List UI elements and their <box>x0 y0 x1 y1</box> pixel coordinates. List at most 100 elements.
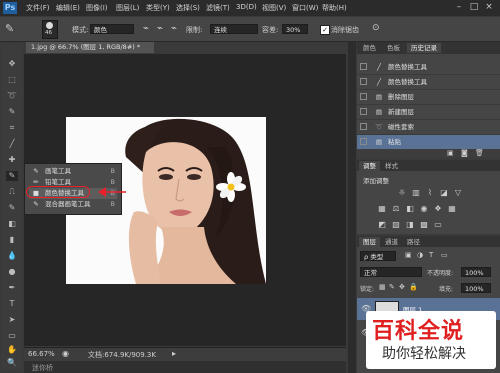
lock-transparency-icon[interactable]: ▦ <box>379 283 386 291</box>
menu-help[interactable]: 帮助(H) <box>322 3 347 13</box>
blend-mode-select[interactable]: 正常 <box>360 267 422 277</box>
snapshot-checkbox[interactable] <box>360 123 367 130</box>
tab-channels[interactable]: 通道 <box>381 237 402 247</box>
document-tab[interactable]: 1.jpg @ 66.7% (图层 1, RGB/8#) * <box>26 42 154 53</box>
posterize-icon[interactable]: ▧ <box>391 220 401 229</box>
menu-file[interactable]: 文件(F) <box>26 3 50 13</box>
new-document-icon[interactable]: ▣ <box>447 149 454 157</box>
snapshot-icon[interactable]: ◙ <box>461 149 468 157</box>
tolerance-input[interactable]: 30% <box>282 24 308 34</box>
channel-mixer-icon[interactable]: ❖ <box>433 204 443 213</box>
tab-paths[interactable]: 路径 <box>403 237 424 247</box>
hand-tool-icon[interactable]: ✋ <box>6 345 18 355</box>
tab-color[interactable]: 颜色 <box>359 43 380 53</box>
menu-3d[interactable]: 3D(D) <box>236 3 257 11</box>
antialias-checkbox[interactable]: ✓ <box>320 25 330 35</box>
tab-history[interactable]: 历史记录 <box>407 43 441 53</box>
type-tool-icon[interactable]: T <box>6 299 18 309</box>
eraser-tool-icon[interactable]: ◧ <box>6 219 18 229</box>
menu-type[interactable]: 类型(Y) <box>146 3 170 13</box>
brush-tool-icon[interactable]: ✎ <box>5 22 14 35</box>
hue-saturation-icon[interactable]: ▦ <box>377 204 387 213</box>
menu-window[interactable]: 窗口(W) <box>292 3 318 13</box>
black-white-icon[interactable]: ◧ <box>405 204 415 213</box>
invert-icon[interactable]: ◩ <box>377 220 387 229</box>
menu-layer[interactable]: 图层(L) <box>116 3 139 13</box>
lasso-tool-icon[interactable]: ➰ <box>6 91 18 101</box>
tab-adjustments[interactable]: 调整 <box>359 161 380 171</box>
snapshot-checkbox[interactable] <box>360 108 367 115</box>
flyout-item-brush[interactable]: ✎ 画笔工具 B <box>29 166 117 177</box>
tab-styles[interactable]: 样式 <box>381 161 402 171</box>
menu-edit[interactable]: 编辑(E) <box>56 3 80 13</box>
history-row[interactable]: ▤ 新建图层 <box>357 105 500 120</box>
path-select-tool-icon[interactable]: ➤ <box>6 315 18 325</box>
filter-pixel-icon[interactable]: ▣ <box>405 251 412 259</box>
lock-position-icon[interactable]: ✥ <box>399 283 405 291</box>
mini-bridge-tab[interactable]: 迷你桥 <box>32 363 53 373</box>
color-lookup-icon[interactable]: ▦ <box>447 204 457 213</box>
filter-adjust-icon[interactable]: ◑ <box>417 251 423 259</box>
close-button[interactable]: × <box>482 1 496 13</box>
flyout-item-mixer-brush[interactable]: ✎ 混合器画笔工具 B <box>29 199 117 210</box>
lock-pixels-icon[interactable]: ✎ <box>389 283 395 291</box>
minimize-button[interactable]: – <box>452 1 466 13</box>
selective-color-icon[interactable]: ▩ <box>419 220 429 229</box>
menu-filter[interactable]: 滤镜(T) <box>206 3 230 13</box>
history-row[interactable]: ➰ 磁性套索 <box>357 120 500 135</box>
history-row[interactable]: ▤ 删除图层 <box>357 90 500 105</box>
mode-select[interactable]: 颜色 <box>90 24 134 34</box>
quick-select-tool-icon[interactable]: ✎ <box>6 107 18 117</box>
stamp-tool-icon[interactable]: ⎍ <box>6 187 18 197</box>
exposure-icon[interactable]: ◪ <box>439 188 449 197</box>
gradient-tool-icon[interactable]: ▮ <box>6 235 18 245</box>
sampling-swatch-icon[interactable]: ⌁ <box>171 23 177 34</box>
eyedropper-tool-icon[interactable]: ╱ <box>6 139 18 149</box>
dodge-tool-icon[interactable]: ● <box>6 267 18 277</box>
vibrance-icon[interactable]: ▽ <box>453 188 463 197</box>
snapshot-checkbox[interactable] <box>360 63 367 70</box>
menu-select[interactable]: 选择(S) <box>176 3 200 13</box>
history-row-selected[interactable]: ▤ 粘贴 <box>357 135 500 150</box>
layer-filter-select[interactable]: ρ 类型 <box>360 251 396 261</box>
tab-layers[interactable]: 图层 <box>359 237 380 247</box>
menu-image[interactable]: 图像(I) <box>86 3 108 13</box>
crop-tool-icon[interactable]: ⌗ <box>6 123 18 133</box>
sampling-continuous-icon[interactable]: ⌁ <box>143 23 149 34</box>
trash-icon[interactable]: 🗑 <box>475 149 484 157</box>
marquee-tool-icon[interactable]: ⬚ <box>6 75 18 85</box>
healing-tool-icon[interactable]: ✚ <box>6 155 18 165</box>
fill-input[interactable]: 100% <box>461 283 491 293</box>
move-tool-icon[interactable]: ✥ <box>6 59 18 69</box>
brush-tool-icon[interactable]: ✎ <box>6 171 18 181</box>
curves-icon[interactable]: ⌇ <box>425 188 435 197</box>
history-brush-tool-icon[interactable]: ✎ <box>6 203 18 213</box>
filter-shape-icon[interactable]: ▭ <box>441 251 448 259</box>
zoom-level[interactable]: 66.67% <box>28 350 55 358</box>
brush-preset-picker[interactable]: 46 <box>42 20 58 39</box>
threshold-icon[interactable]: ◨ <box>405 220 415 229</box>
menu-view[interactable]: 视图(V) <box>262 3 286 13</box>
status-arrow-icon[interactable]: ▸ <box>172 349 176 358</box>
opacity-input[interactable]: 100% <box>461 267 491 277</box>
shape-tool-icon[interactable]: ▭ <box>6 331 18 341</box>
snapshot-checkbox[interactable] <box>360 93 367 100</box>
maximize-button[interactable]: □ <box>467 1 481 13</box>
blur-tool-icon[interactable]: 💧 <box>6 251 18 261</box>
tab-swatches[interactable]: 色板 <box>383 43 404 53</box>
status-menu-icon[interactable]: ◉ <box>62 349 69 358</box>
history-row[interactable]: ╱ 颜色替换工具 <box>357 75 500 90</box>
photo-filter-icon[interactable]: ◉ <box>419 204 429 213</box>
brightness-icon[interactable]: ☼ <box>397 188 407 197</box>
gradient-map-icon[interactable]: ▭ <box>433 220 443 229</box>
levels-icon[interactable]: ▥ <box>411 188 421 197</box>
sampling-once-icon[interactable]: ⌁ <box>157 23 163 34</box>
color-balance-icon[interactable]: ⚖ <box>391 204 401 213</box>
snapshot-checkbox[interactable] <box>360 138 367 145</box>
zoom-tool-icon[interactable]: 🔍 <box>6 358 18 368</box>
pressure-icon[interactable]: ⊙ <box>372 23 380 33</box>
snapshot-checkbox[interactable] <box>360 78 367 85</box>
history-row[interactable]: ╱ 颜色替换工具 <box>357 60 500 75</box>
lock-all-icon[interactable]: 🔒 <box>409 283 418 291</box>
filter-type-icon[interactable]: T <box>429 251 433 259</box>
